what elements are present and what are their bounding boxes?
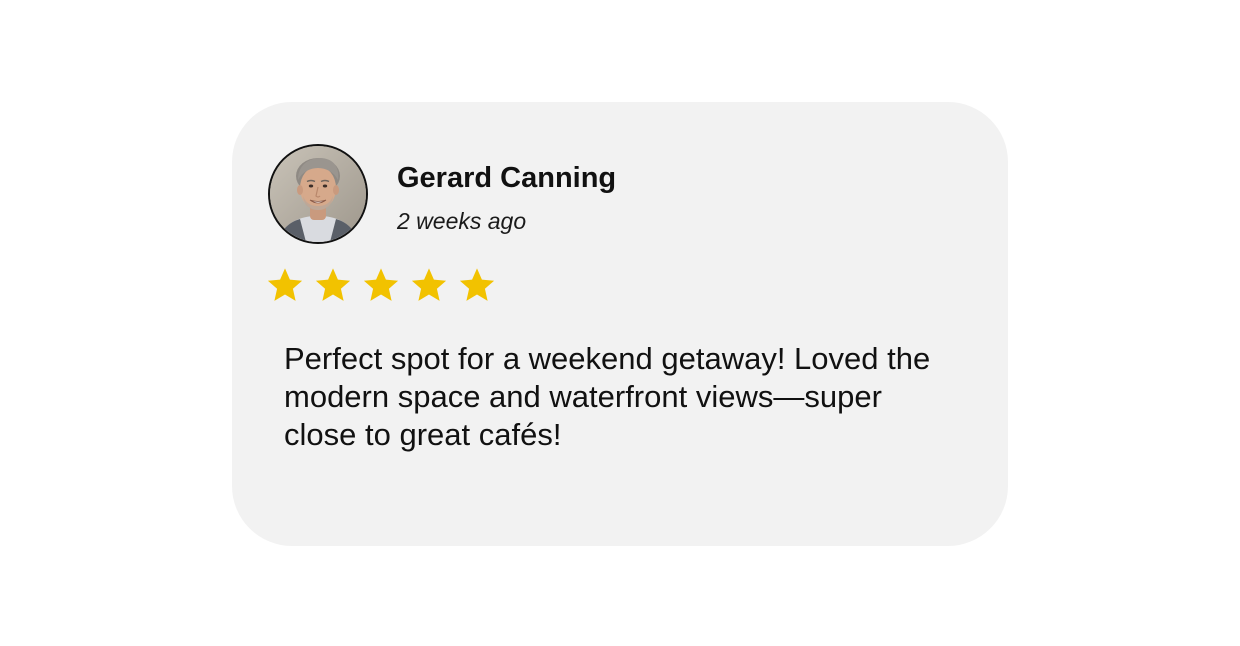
star-icon	[267, 268, 303, 301]
star-icon	[459, 268, 495, 301]
star-rating	[266, 262, 506, 308]
avatar-photo-icon	[270, 146, 366, 242]
star-icon	[363, 268, 399, 301]
reviewer-name: Gerard Canning	[397, 162, 617, 194]
star-icon	[411, 268, 447, 301]
review-timestamp: 2 weeks ago	[397, 208, 527, 234]
reviewer-avatar	[268, 144, 368, 244]
review-text: Perfect spot for a weekend getaway! Love…	[284, 341, 931, 452]
star-icon	[315, 268, 351, 301]
review-card: Gerard Canning 2 weeks ago Perfect spot …	[232, 102, 1008, 546]
